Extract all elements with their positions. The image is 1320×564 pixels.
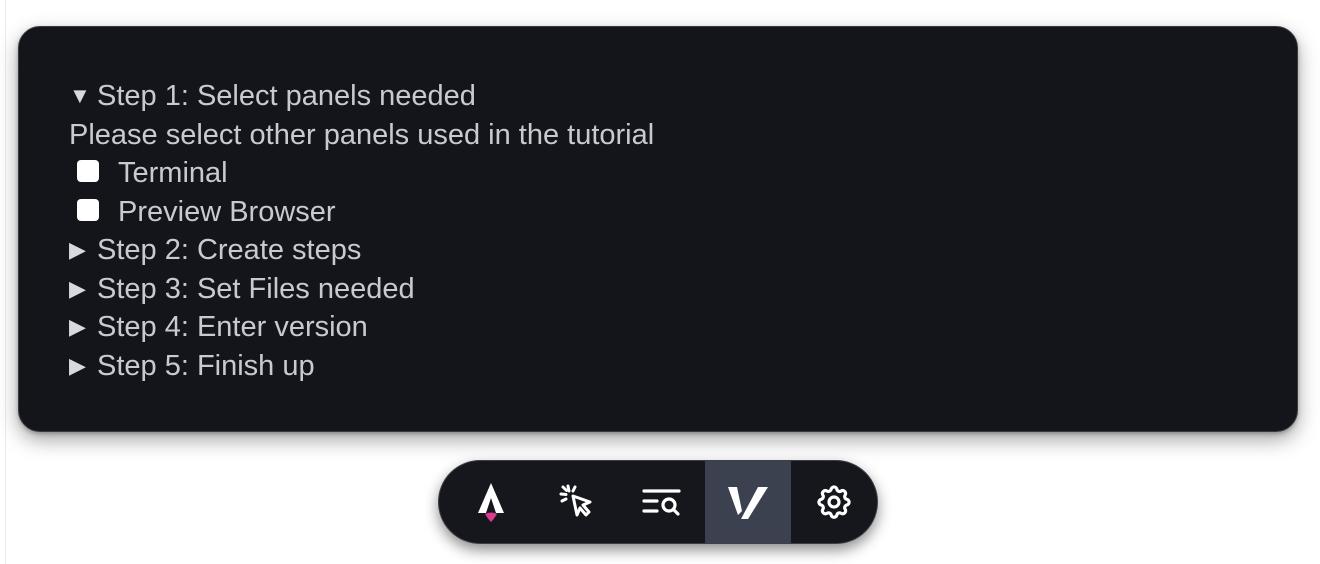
step-4-label: Step 4: Enter version	[97, 311, 368, 343]
step-3-header[interactable]: ▶ Step 3: Set Files needed	[69, 270, 1297, 309]
page-edge	[0, 0, 6, 564]
terminal-checkbox[interactable]	[77, 160, 99, 183]
collapsed-triangle-icon: ▶	[69, 352, 86, 378]
step-2-label: Step 2: Create steps	[97, 234, 362, 266]
astro-menu-button[interactable]	[448, 461, 534, 543]
step-2-header[interactable]: ▶ Step 2: Create steps	[69, 231, 1297, 270]
collapsed-triangle-icon: ▶	[69, 314, 86, 339]
v-app-button[interactable]	[705, 461, 792, 543]
tutorial-panel: ▼ Step 1: Select panels needed Please se…	[18, 26, 1298, 432]
preview-browser-option[interactable]: Preview Browser	[69, 193, 1297, 232]
gear-icon	[817, 485, 851, 519]
step-3-label: Step 3: Set Files needed	[97, 272, 415, 305]
cursor-click-icon	[559, 484, 592, 517]
expanded-triangle-icon: ▼	[69, 83, 91, 108]
collapsed-triangle-icon: ▶	[69, 237, 86, 262]
preview-browser-label: Preview Browser	[118, 195, 336, 228]
settings-button[interactable]	[791, 461, 877, 543]
collapsed-triangle-icon: ▶	[69, 275, 86, 301]
list-search-icon	[642, 489, 682, 516]
dev-toolbar	[438, 460, 878, 544]
step-4-header[interactable]: ▶ Step 4: Enter version	[69, 308, 1297, 347]
audit-button[interactable]	[620, 461, 706, 543]
inspect-button[interactable]	[534, 461, 620, 543]
step-1-label: Step 1: Select panels needed	[97, 80, 476, 112]
step-5-label: Step 5: Finish up	[97, 349, 315, 382]
preview-browser-checkbox[interactable]	[77, 198, 99, 221]
terminal-option[interactable]: Terminal	[69, 154, 1297, 193]
step-1-description: Please select other panels used in the t…	[69, 118, 655, 151]
terminal-label: Terminal	[118, 157, 228, 189]
astro-logo-icon	[477, 483, 504, 522]
step-5-header[interactable]: ▶ Step 5: Finish up	[69, 347, 1297, 386]
v-logo-icon	[728, 487, 769, 519]
step-1-header[interactable]: ▼ Step 1: Select panels needed	[69, 77, 1297, 116]
